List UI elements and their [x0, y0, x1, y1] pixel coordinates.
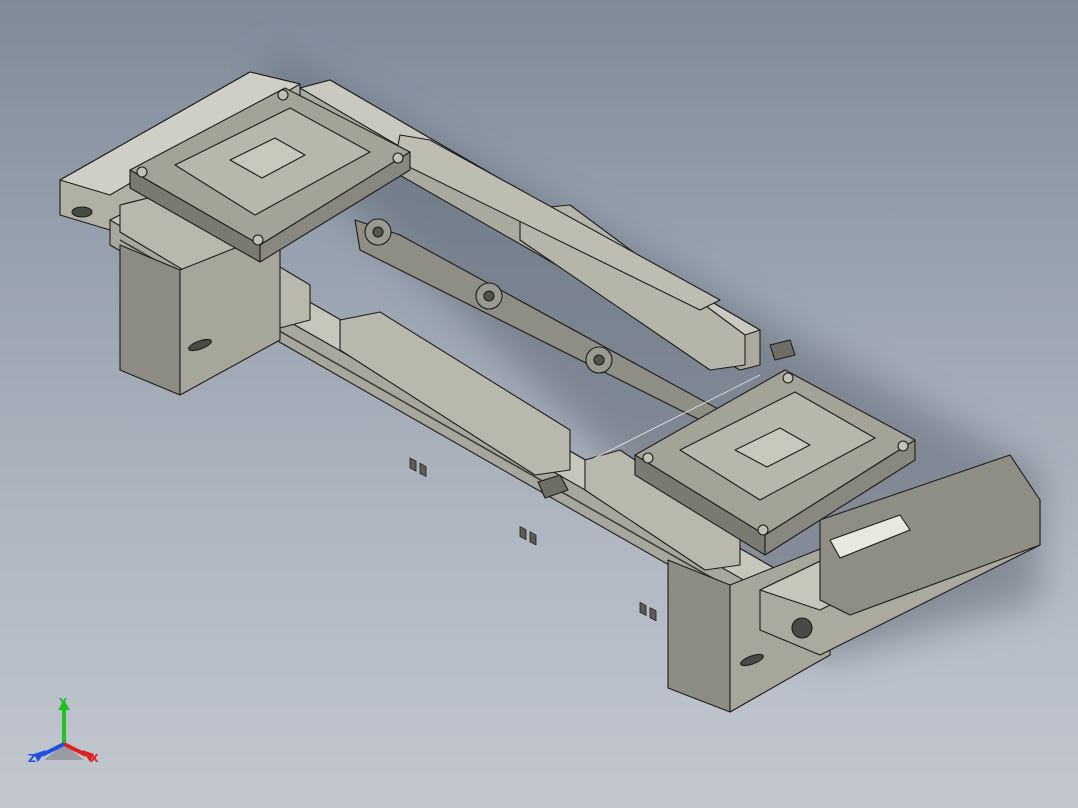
left-end-slot — [71, 206, 93, 218]
x-axis-label: X — [90, 752, 99, 765]
drive-shaft-hole — [791, 617, 813, 639]
z-axis-label: Z — [28, 752, 36, 765]
cad-model-viewport[interactable]: Y X Z — [0, 0, 1078, 808]
y-axis-label: Y — [58, 696, 68, 709]
left-leg[interactable] — [119, 244, 181, 396]
coordinate-triad: Y X Z — [28, 696, 99, 765]
right-leg[interactable] — [667, 559, 731, 713]
